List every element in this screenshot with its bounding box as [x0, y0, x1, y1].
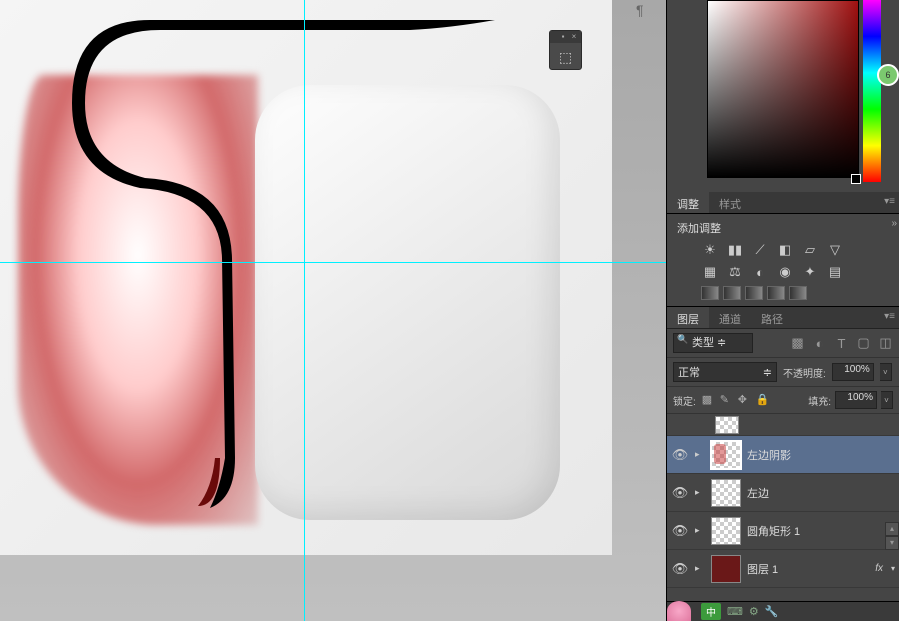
- expand-triangle-icon[interactable]: ▸: [695, 449, 705, 460]
- fx-badge[interactable]: fx: [875, 563, 883, 574]
- status-tool-icon[interactable]: 🔧: [765, 605, 779, 618]
- layer-name-label[interactable]: 圆角矩形 1: [747, 523, 895, 539]
- expand-triangle-icon[interactable]: ▸: [695, 563, 705, 574]
- lock-pixels-icon[interactable]: ✎: [720, 393, 734, 407]
- blend-mode-value: 正常: [678, 364, 700, 380]
- layer-row[interactable]: 👁 ▸ 圆角矩形 1: [667, 512, 899, 550]
- lut-icon[interactable]: ▤: [826, 264, 844, 280]
- vibrance-icon[interactable]: ▱: [801, 242, 819, 258]
- blend-opacity-bar: 正常≑ 不透明度: 100% ˅: [667, 358, 899, 387]
- lock-all-icon[interactable]: 🔒: [756, 393, 770, 407]
- hue-sat-icon[interactable]: ▦: [701, 264, 719, 280]
- minimize-icon[interactable]: ▪: [559, 33, 567, 41]
- triangle-icon[interactable]: ▽: [826, 242, 844, 258]
- swatch-badge[interactable]: 6: [877, 64, 899, 86]
- blend-mode-select[interactable]: 正常≑: [673, 362, 777, 382]
- scroll-up-icon[interactable]: ▴: [885, 522, 899, 536]
- status-keyboard-icon[interactable]: ⌨: [727, 605, 743, 618]
- layer-filter-bar: 类型 ≑ ▩ ◐ T ▢ ◫: [667, 329, 899, 358]
- layer-row[interactable]: 👁 ▸ 左边: [667, 474, 899, 512]
- fill-input[interactable]: 100%: [835, 391, 877, 409]
- exposure-icon[interactable]: ◧: [776, 242, 794, 258]
- color-picker-panel: 6: [667, 0, 899, 192]
- filter-kind-select[interactable]: 类型 ≑: [673, 333, 753, 353]
- tab-adjustments[interactable]: 调整: [667, 192, 709, 213]
- ime-indicator[interactable]: 中: [701, 603, 721, 620]
- filter-pixel-icon[interactable]: ▩: [790, 336, 805, 351]
- lock-transparency-icon[interactable]: ▩: [702, 393, 716, 407]
- layers-list[interactable]: 👁 ▸ 左边阴影 👁 ▸ 左边 👁 ▸ 圆角矩形 1 👁 ▸ 图层 1 fx ▾: [667, 414, 899, 601]
- artwork-path-outline: [70, 18, 505, 518]
- fill-label: 填充:: [808, 393, 831, 408]
- panel-menu-icon[interactable]: ▾≡: [884, 196, 895, 207]
- adjustments-panel: 添加调整 ☀ ▮▮ ⟋ ◧ ▱ ▽ ▦ ⚖ ◐ ◉ ✦ ▤ »: [667, 214, 899, 306]
- layer-thumbnail[interactable]: [711, 441, 741, 469]
- channel-mixer-icon[interactable]: ✦: [801, 264, 819, 280]
- layer-thumbnail[interactable]: [711, 517, 741, 545]
- layer-thumbnail[interactable]: [711, 479, 741, 507]
- tab-channels[interactable]: 通道: [709, 307, 751, 328]
- add-adjustment-label: 添加调整: [677, 220, 889, 236]
- tab-paths[interactable]: 路径: [751, 307, 793, 328]
- filter-type-icon[interactable]: T: [834, 336, 849, 351]
- tab-layers[interactable]: 图层: [667, 307, 709, 328]
- layer-name-label[interactable]: 左边阴影: [747, 447, 895, 463]
- close-icon[interactable]: ×: [570, 33, 578, 41]
- curves-icon[interactable]: ⟋: [751, 242, 769, 258]
- invert-icon[interactable]: [701, 286, 719, 300]
- photo-filter-icon[interactable]: ◉: [776, 264, 794, 280]
- layers-menu-icon[interactable]: ▾≡: [884, 311, 895, 322]
- filter-adjust-icon[interactable]: ◐: [812, 336, 827, 351]
- visibility-toggle-icon[interactable]: 👁: [671, 523, 689, 539]
- filter-kind-label: 类型: [692, 337, 714, 349]
- layer-name-label[interactable]: 图层 1: [747, 561, 869, 577]
- opacity-stepper[interactable]: ˅: [880, 363, 892, 381]
- floating-3d-panel[interactable]: ▪ × ⬚: [549, 30, 582, 70]
- opacity-input[interactable]: 100%: [832, 363, 874, 381]
- layers-tab-bar: 图层 通道 路径 ▾≡: [667, 306, 899, 329]
- threshold-icon[interactable]: [745, 286, 763, 300]
- fx-expand-icon[interactable]: ▾: [891, 564, 895, 573]
- lock-label: 锁定:: [673, 393, 696, 408]
- layer-thumbnail[interactable]: [715, 416, 739, 434]
- selective-color-icon[interactable]: [789, 286, 807, 300]
- color-balance-icon[interactable]: ⚖: [726, 264, 744, 280]
- adjustments-tab-bar: 调整 样式 ▾≡: [667, 192, 899, 214]
- layer-row[interactable]: 👁 ▸ 左边阴影: [667, 436, 899, 474]
- fill-stepper[interactable]: ˅: [881, 391, 893, 409]
- filter-shape-icon[interactable]: ▢: [856, 336, 871, 351]
- layer-row-partial[interactable]: [667, 414, 899, 436]
- posterize-icon[interactable]: [723, 286, 741, 300]
- lock-fill-bar: 锁定: ▩ ✎ ✥ 🔒 填充: 100% ˅: [667, 387, 899, 414]
- guide-vertical[interactable]: [304, 0, 305, 621]
- lock-position-icon[interactable]: ✥: [738, 393, 752, 407]
- 3d-cube-icon[interactable]: ⬚: [550, 43, 581, 71]
- scroll-down-icon[interactable]: ▾: [885, 536, 899, 550]
- gradient-map-icon[interactable]: [767, 286, 785, 300]
- levels-icon[interactable]: ▮▮: [726, 242, 744, 258]
- bw-icon[interactable]: ◐: [751, 264, 769, 280]
- layer-row[interactable]: 👁 ▸ 图层 1 fx ▾: [667, 550, 899, 588]
- opacity-label: 不透明度:: [783, 365, 826, 380]
- expand-triangle-icon[interactable]: ▸: [695, 487, 705, 498]
- canvas-viewport[interactable]: ¶ ▪ × ⬚: [0, 0, 666, 621]
- visibility-toggle-icon[interactable]: 👁: [671, 561, 689, 577]
- decoration-blob: [667, 601, 691, 621]
- layer-thumbnail[interactable]: [711, 555, 741, 583]
- visibility-toggle-icon[interactable]: 👁: [671, 447, 689, 463]
- color-field[interactable]: [707, 0, 859, 178]
- right-panels-dock: 6 调整 样式 ▾≡ 添加调整 ☀ ▮▮ ⟋ ◧ ▱ ▽ ▦ ⚖ ◐ ◉ ✦ ▤: [666, 0, 899, 621]
- hue-slider[interactable]: [863, 0, 881, 182]
- filter-smart-icon[interactable]: ◫: [878, 336, 893, 351]
- expand-triangle-icon[interactable]: ▸: [695, 525, 705, 536]
- layer-name-label[interactable]: 左边: [747, 485, 895, 501]
- paragraph-mark-icon: ¶: [636, 2, 644, 18]
- scroll-arrow-icon[interactable]: »: [891, 218, 897, 229]
- status-settings-icon[interactable]: ⚙: [749, 605, 759, 618]
- guide-horizontal[interactable]: [0, 262, 666, 263]
- visibility-toggle-icon[interactable]: 👁: [671, 485, 689, 501]
- status-bar: 中 ⌨ ⚙ 🔧: [667, 601, 899, 621]
- brightness-icon[interactable]: ☀: [701, 242, 719, 258]
- tab-styles[interactable]: 样式: [709, 192, 751, 213]
